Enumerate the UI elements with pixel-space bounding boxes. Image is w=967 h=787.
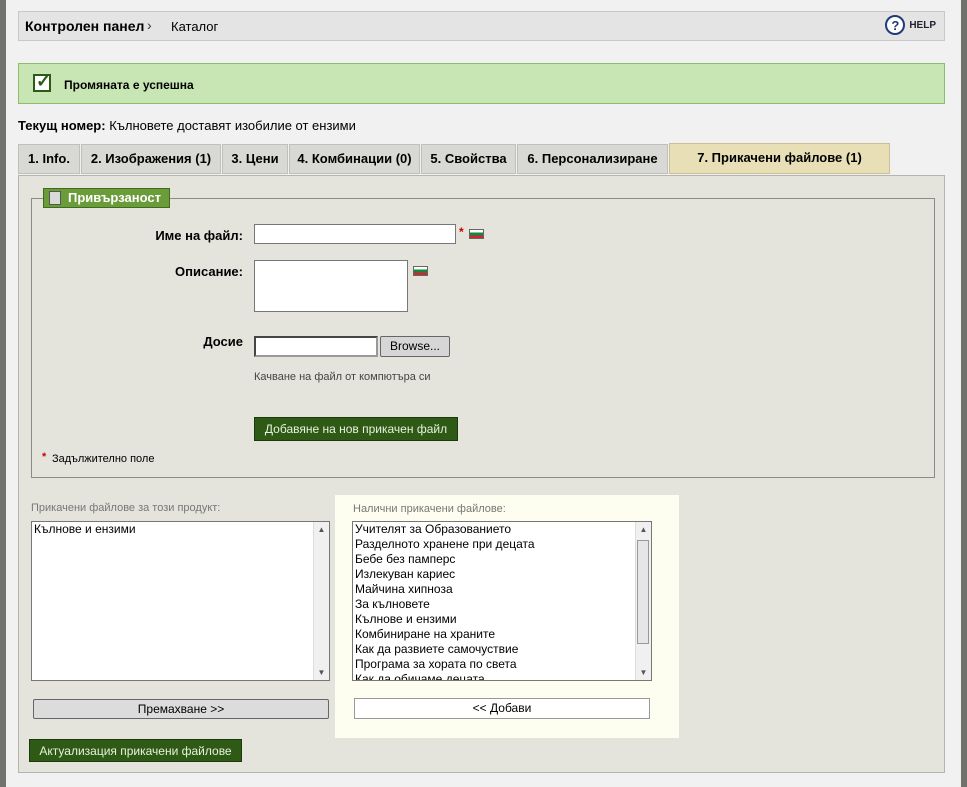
scroll-down-icon[interactable]: ▼ (314, 665, 329, 680)
help-icon: ? (885, 15, 906, 35)
legend-label: Привързаност (68, 190, 161, 205)
list-item[interactable]: За кълновете (353, 597, 651, 612)
tab-prices[interactable]: 3. Цени (222, 144, 288, 174)
list-item[interactable]: Излекуван кариес (353, 567, 651, 582)
list-item[interactable]: Бебе без памперс (353, 552, 651, 567)
tab-combinations[interactable]: 4. Комбинации (0) (289, 144, 420, 174)
document-icon (49, 191, 61, 205)
tab-info[interactable]: 1. Info. (18, 144, 80, 174)
browse-button[interactable]: Browse... (380, 336, 450, 357)
required-note-star: * (42, 451, 47, 463)
upload-hint: Качване на файл от компютъра си (254, 371, 431, 383)
file-path-input[interactable] (254, 336, 378, 357)
list-item[interactable]: Кълнове и ензими (32, 522, 329, 537)
bulgarian-flag-icon[interactable] (469, 229, 484, 239)
breadcrumb-control-panel[interactable]: Контролен панел (25, 18, 144, 34)
list-item[interactable]: Как да обичаме децата (353, 672, 651, 680)
available-files-list[interactable]: Учителят за Образованието Разделното хра… (352, 521, 652, 681)
attachment-form: Име на файл: * Описание: Досие Browse...… (31, 198, 935, 478)
list-item[interactable]: Учителят за Образованието (353, 522, 651, 537)
success-message-box: Промяната е успешна (18, 63, 945, 104)
current-label: Текущ номер: (18, 118, 106, 133)
attached-files-label: Прикачени файлове за този продукт: (31, 502, 221, 514)
tab-customization[interactable]: 6. Персонализиране (517, 144, 668, 174)
current-value: Кълновете доставят изобилие от ензими (109, 118, 356, 133)
breadcrumb-bar: Контролен панел › Каталог ? HELP (18, 11, 945, 41)
file-label: Досие (203, 334, 243, 349)
legend-title: Привързаност (43, 188, 170, 208)
list-item[interactable]: Как да развиете самочуствие (353, 642, 651, 657)
tab-features[interactable]: 5. Свойства (421, 144, 516, 174)
required-star: * (459, 225, 464, 239)
scrollbar[interactable]: ▲ ▼ (635, 522, 651, 680)
tab-attachments[interactable]: 7. Прикачени файлове (1) (669, 143, 890, 174)
scroll-down-icon[interactable]: ▼ (636, 665, 651, 680)
add-attachment-button[interactable]: Добавяне на нов прикачен файл (254, 417, 458, 441)
available-files-section: Налични прикачени файлове: Учителят за О… (335, 495, 679, 738)
attached-files-list[interactable]: Кълнове и ензими ▲ ▼ (31, 521, 330, 681)
description-textarea[interactable] (254, 260, 408, 312)
bulgarian-flag-icon[interactable] (413, 266, 428, 276)
scroll-up-icon[interactable]: ▲ (314, 522, 329, 537)
scroll-up-icon[interactable]: ▲ (636, 522, 651, 537)
chevron-right-icon: › (147, 17, 152, 33)
checkbox-check-icon (33, 71, 51, 92)
tab-images[interactable]: 2. Изображения (1) (81, 144, 221, 174)
scrollbar[interactable]: ▲ ▼ (313, 522, 329, 680)
scroll-thumb[interactable] (637, 540, 649, 644)
help-button[interactable]: ? HELP (885, 15, 936, 35)
current-product: Текущ номер: Кълновете доставят изобилие… (18, 118, 356, 133)
required-note: Задължително поле (52, 453, 155, 465)
filename-label: Име на файл: (155, 228, 243, 243)
list-item[interactable]: Кълнове и ензими (353, 612, 651, 627)
list-item[interactable]: Майчина хипноза (353, 582, 651, 597)
list-item[interactable]: Комбиниране на храните (353, 627, 651, 642)
breadcrumb-catalog: Каталог (171, 19, 219, 34)
help-label: HELP (909, 19, 936, 31)
available-files-label: Налични прикачени файлове: (353, 503, 506, 515)
success-message: Промяната е успешна (64, 78, 194, 92)
remove-button[interactable]: Премахване >> (33, 699, 329, 719)
filename-input[interactable] (254, 224, 456, 244)
list-item[interactable]: Разделното хранене при децата (353, 537, 651, 552)
add-button[interactable]: << Добави (354, 698, 650, 719)
page: Контролен панел › Каталог ? HELP Промяна… (6, 0, 961, 787)
update-attachments-button[interactable]: Актуализация прикачени файлове (29, 739, 242, 762)
list-item[interactable]: Програма за хората по света (353, 657, 651, 672)
description-label: Описание: (175, 264, 243, 279)
